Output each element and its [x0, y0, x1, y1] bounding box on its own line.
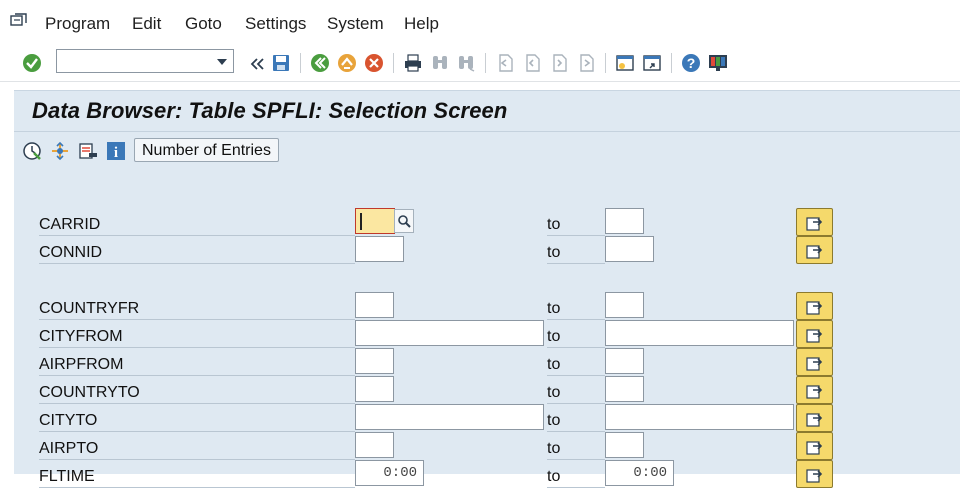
countryfr-high-field[interactable]: [605, 292, 644, 318]
create-shortcut-icon[interactable]: [641, 52, 663, 74]
airpfrom-high-field[interactable]: [605, 348, 644, 374]
create-session-icon[interactable]: [614, 52, 636, 74]
menu-goto[interactable]: Goto: [185, 14, 222, 34]
multiple-selection-arrow-icon: [806, 357, 823, 371]
cityto-high-field[interactable]: [605, 404, 794, 430]
field-label: COUNTRYFR: [39, 298, 355, 320]
multiple-selection-button[interactable]: [796, 348, 833, 376]
to-label: to: [547, 354, 605, 376]
multiple-selection-button[interactable]: [796, 376, 833, 404]
menu-system[interactable]: System: [327, 14, 384, 34]
customize-layout-icon[interactable]: [707, 52, 729, 74]
title-bar: Data Browser: Table SPFLI: Selection Scr…: [14, 90, 960, 131]
field-label: CONNID: [39, 242, 355, 264]
field-label: CITYFROM: [39, 326, 355, 348]
field-label: CARRID: [39, 214, 355, 236]
save-icon[interactable]: [270, 52, 292, 74]
multiple-selection-button[interactable]: [796, 460, 833, 488]
first-page-icon: [494, 52, 516, 74]
connid-low-field[interactable]: [355, 236, 404, 262]
chevron-down-icon[interactable]: [217, 59, 227, 65]
multiple-selection-button[interactable]: [796, 292, 833, 320]
to-label: to: [547, 410, 605, 432]
execute-icon[interactable]: [22, 141, 42, 161]
delete-selection-icon[interactable]: [78, 141, 98, 161]
countryto-low-field[interactable]: [355, 376, 394, 402]
to-label: to: [547, 242, 605, 264]
svg-text:?: ?: [687, 55, 696, 71]
value-help-button[interactable]: [394, 209, 414, 233]
multiple-selection-arrow-icon: [806, 301, 823, 315]
to-label: to: [547, 214, 605, 236]
double-chevron-left-icon[interactable]: [246, 53, 264, 75]
multiple-selection-arrow-icon: [806, 413, 823, 427]
cityto-low-field[interactable]: [355, 404, 544, 430]
info-icon[interactable]: i: [106, 141, 126, 161]
to-label: to: [547, 466, 605, 488]
multiple-selection-button[interactable]: [796, 320, 833, 348]
menu-settings[interactable]: Settings: [245, 14, 306, 34]
countryto-high-field[interactable]: [605, 376, 644, 402]
field-label: CITYTO: [39, 410, 355, 432]
countryfr-low-field[interactable]: [355, 292, 394, 318]
page-title: Data Browser: Table SPFLI: Selection Scr…: [32, 98, 508, 123]
previous-page-icon: [521, 52, 543, 74]
svg-text:i: i: [114, 145, 118, 161]
next-page-icon: [548, 52, 570, 74]
airpto-low-field[interactable]: [355, 432, 394, 458]
number-of-entries-button[interactable]: Number of Entries: [134, 138, 279, 162]
multiple-selection-arrow-icon: [806, 217, 823, 231]
enter-icon[interactable]: [21, 52, 43, 74]
menu-program[interactable]: Program: [45, 14, 110, 34]
back-icon[interactable]: [309, 52, 331, 74]
to-label: to: [547, 298, 605, 320]
command-input[interactable]: [61, 51, 215, 73]
multiple-selection-arrow-icon: [806, 469, 823, 483]
connid-high-field[interactable]: [605, 236, 654, 262]
multiple-selection-arrow-icon: [806, 441, 823, 455]
fltime-high-field[interactable]: 0:00: [605, 460, 674, 486]
find-next-icon: [455, 52, 477, 74]
multiple-selection-arrow-icon: [806, 245, 823, 259]
cityfrom-low-field[interactable]: [355, 320, 544, 346]
system-menu-icon[interactable]: [10, 13, 28, 29]
search-icon: [398, 215, 411, 228]
execute-background-icon[interactable]: [50, 141, 70, 161]
airpto-high-field[interactable]: [605, 432, 644, 458]
to-label: to: [547, 326, 605, 348]
fltime-low-field[interactable]: 0:00: [355, 460, 424, 486]
exit-icon[interactable]: [336, 52, 358, 74]
menu-bar: Program Edit Goto Settings System Help: [0, 0, 960, 45]
cancel-icon[interactable]: [363, 52, 385, 74]
cityfrom-high-field[interactable]: [605, 320, 794, 346]
selection-row-fltime: FLTIME 0:00 to 0:00: [14, 460, 960, 494]
carrid-high-field[interactable]: [605, 208, 644, 234]
field-label: AIRPFROM: [39, 354, 355, 376]
help-icon[interactable]: ?: [680, 52, 702, 74]
menu-edit[interactable]: Edit: [132, 14, 161, 34]
command-field[interactable]: [56, 49, 234, 73]
airpfrom-low-field[interactable]: [355, 348, 394, 374]
last-page-icon: [575, 52, 597, 74]
to-label: to: [547, 438, 605, 460]
selection-row-connid: CONNID to: [14, 236, 960, 270]
field-label: FLTIME: [39, 466, 355, 488]
text-cursor: [360, 213, 362, 230]
multiple-selection-arrow-icon: [806, 329, 823, 343]
print-icon[interactable]: [402, 52, 424, 74]
multiple-selection-button[interactable]: [796, 236, 833, 264]
application-toolbar: i Number of Entries: [14, 131, 960, 171]
multiple-selection-button[interactable]: [796, 432, 833, 460]
field-label: AIRPTO: [39, 438, 355, 460]
standard-toolbar: ?: [0, 44, 960, 82]
field-label: COUNTRYTO: [39, 382, 355, 404]
multiple-selection-button[interactable]: [796, 404, 833, 432]
multiple-selection-arrow-icon: [806, 385, 823, 399]
selection-screen: CARRID to CONNID to COUNTRYFR to CITYFRO…: [14, 170, 960, 488]
carrid-low-field[interactable]: [355, 208, 395, 234]
multiple-selection-button[interactable]: [796, 208, 833, 236]
to-label: to: [547, 382, 605, 404]
menu-help[interactable]: Help: [404, 14, 439, 34]
find-icon: [429, 52, 451, 74]
